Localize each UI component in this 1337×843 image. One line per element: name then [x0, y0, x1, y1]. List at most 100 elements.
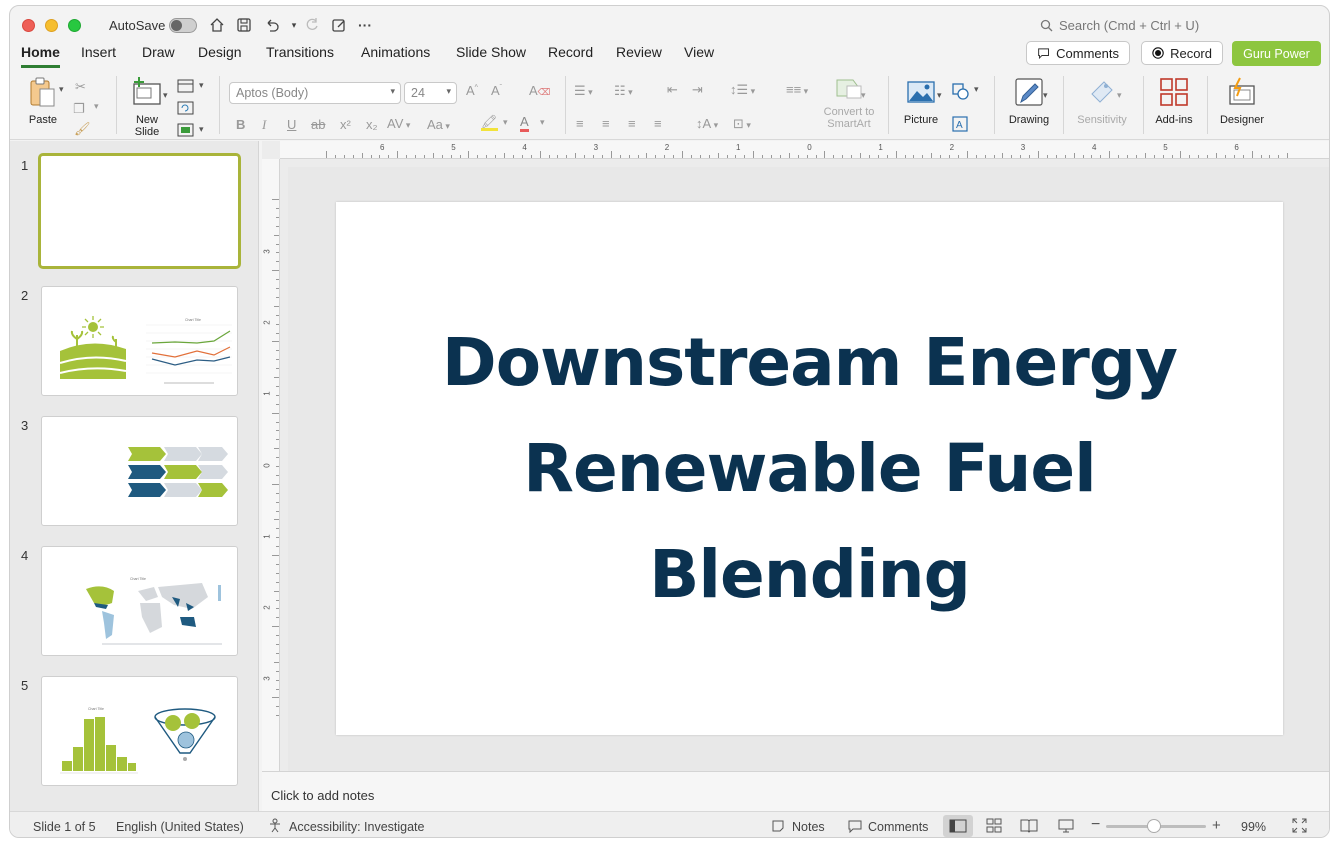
drawing-dropdown-icon[interactable]: ▾ — [1043, 90, 1048, 101]
zoom-window-button[interactable] — [68, 19, 81, 32]
tab-transitions[interactable]: Transitions — [266, 44, 334, 65]
layout-icon[interactable] — [177, 79, 195, 93]
save-icon[interactable] — [233, 14, 255, 36]
format-painter-icon[interactable]: 🖌 — [74, 121, 91, 137]
shapes-dropdown-icon[interactable]: ▾ — [974, 84, 979, 95]
zoom-in-icon[interactable]: + — [1212, 817, 1221, 834]
tab-insert[interactable]: Insert — [81, 44, 116, 65]
strikethrough-icon[interactable]: ab — [311, 117, 325, 132]
cut-icon[interactable]: ✂ — [75, 79, 86, 95]
sensitivity-button[interactable]: Sensitivity — [1072, 76, 1132, 126]
line-spacing-icon[interactable]: ↕☰ ▾ — [730, 82, 755, 98]
slide-1[interactable]: Downstream Energy Renewable Fuel Blendin… — [336, 202, 1283, 735]
subscript-icon[interactable]: x₂ — [366, 117, 378, 132]
slide-thumbnail-1[interactable] — [38, 153, 241, 269]
close-window-button[interactable] — [22, 19, 35, 32]
font-size-field[interactable]: 24 ▾ — [404, 82, 457, 104]
slide-title[interactable]: Downstream Energy Renewable Fuel Blendin… — [442, 310, 1178, 628]
convert-to-smartart-button[interactable]: Convert to SmartArt — [821, 76, 877, 130]
fit-to-window-icon[interactable] — [1292, 818, 1307, 836]
customize-toolbar-icon[interactable] — [328, 14, 350, 36]
tab-animations[interactable]: Animations — [361, 44, 430, 65]
presenter-view-icon[interactable] — [1058, 818, 1074, 836]
zoom-level[interactable]: 99% — [1241, 820, 1266, 834]
paste-button[interactable]: Paste — [24, 76, 62, 126]
undo-icon[interactable] — [261, 14, 283, 36]
copy-dropdown-icon[interactable]: ▾ — [94, 101, 99, 112]
designer-button[interactable]: Designer — [1216, 76, 1268, 126]
guru-power-button[interactable]: Guru Power — [1232, 41, 1321, 66]
highlight-icon[interactable]: 🖍 — [481, 115, 498, 131]
reset-slide-icon[interactable] — [177, 101, 195, 115]
slide-thumbnail-2[interactable]: Chart Title — [41, 286, 238, 396]
search-box[interactable]: Search (Cmd + Ctrl + U) — [1040, 18, 1199, 33]
tab-slide-show[interactable]: Slide Show — [456, 44, 526, 65]
align-left-icon[interactable]: ≡ — [576, 116, 584, 131]
slide-thumbnail-5[interactable]: Chart Title — [41, 676, 238, 786]
record-button[interactable]: Record — [1141, 41, 1223, 65]
columns-icon[interactable]: ≡≡ ▾ — [786, 82, 808, 97]
picture-button[interactable]: Picture — [897, 76, 945, 126]
tab-record[interactable]: Record — [548, 44, 593, 65]
more-options-icon[interactable]: ··· — [354, 14, 376, 36]
add-ins-button[interactable]: Add-ins — [1152, 76, 1196, 126]
picture-dropdown-icon[interactable]: ▾ — [937, 90, 942, 101]
superscript-icon[interactable]: x² — [340, 117, 351, 132]
tab-view[interactable]: View — [684, 44, 714, 65]
minimize-window-button[interactable] — [45, 19, 58, 32]
slide-thumbnail-3[interactable] — [41, 416, 238, 526]
increase-indent-icon[interactable]: ⇥ — [692, 82, 703, 98]
font-name-field[interactable]: Aptos (Body) ▾ — [229, 82, 401, 104]
align-right-icon[interactable]: ≡ — [628, 116, 636, 131]
clear-formatting-icon[interactable]: A⌫ — [529, 83, 550, 98]
numbering-icon[interactable]: ☷ ▾ — [614, 83, 633, 99]
vertical-ruler[interactable]: 3 2 1 0 1 2 3 — [262, 159, 280, 771]
new-slide-button[interactable]: New Slide — [126, 76, 168, 138]
align-center-icon[interactable]: ≡ — [602, 116, 610, 131]
accessibility-status[interactable]: Accessibility: Investigate — [289, 820, 424, 834]
reading-view-icon[interactable] — [1020, 818, 1038, 836]
font-color-dropdown-icon[interactable]: ▾ — [540, 117, 545, 128]
comments-status-button[interactable]: Comments — [868, 820, 928, 834]
change-case-icon[interactable]: Aa ▾ — [427, 117, 450, 132]
font-color-icon[interactable]: A — [520, 115, 529, 132]
tab-home[interactable]: Home — [21, 44, 60, 68]
drawing-button[interactable]: Drawing — [1006, 76, 1052, 126]
shapes-icon[interactable] — [952, 83, 970, 101]
new-slide-dropdown-icon[interactable]: ▾ — [163, 90, 168, 101]
zoom-out-icon[interactable]: − — [1091, 816, 1100, 834]
horizontal-ruler[interactable]: 6 5 4 3 2 1 0 1 2 3 4 5 6 — [280, 141, 1329, 159]
bold-icon[interactable]: B — [236, 117, 245, 132]
tab-draw[interactable]: Draw — [142, 44, 175, 65]
layout-dropdown-icon[interactable]: ▾ — [199, 80, 204, 91]
decrease-indent-icon[interactable]: ⇤ — [667, 82, 678, 98]
slide-sorter-icon[interactable] — [986, 818, 1002, 836]
bullets-icon[interactable]: ☰ ▾ — [574, 83, 593, 99]
copy-icon[interactable]: ❐ — [73, 101, 85, 117]
highlight-dropdown-icon[interactable]: ▾ — [503, 117, 508, 128]
tab-design[interactable]: Design — [198, 44, 242, 65]
notes-pane[interactable]: Click to add notes — [262, 771, 1329, 811]
text-box-icon[interactable]: A — [952, 116, 968, 132]
autosave-toggle[interactable] — [169, 18, 197, 33]
increase-font-size-icon[interactable]: A^ — [466, 83, 478, 98]
italic-icon[interactable]: I — [262, 117, 266, 133]
justify-icon[interactable]: ≡ — [654, 116, 662, 131]
section-icon[interactable] — [177, 123, 195, 137]
normal-view-button[interactable] — [943, 815, 973, 837]
decrease-font-size-icon[interactable]: Aˇ — [491, 83, 502, 98]
slide-thumbnail-4[interactable]: Chart Title — [41, 546, 238, 656]
redo-icon[interactable] — [301, 14, 323, 36]
section-dropdown-icon[interactable]: ▾ — [199, 124, 204, 135]
language-indicator[interactable]: English (United States) — [116, 820, 244, 834]
text-direction-icon[interactable]: ↕A ▾ — [696, 116, 718, 131]
align-text-icon[interactable]: ⊡ ▾ — [733, 116, 751, 132]
comments-button[interactable]: Comments — [1026, 41, 1130, 65]
notes-button[interactable]: Notes — [792, 820, 825, 834]
underline-icon[interactable]: U — [287, 117, 296, 132]
zoom-slider-handle[interactable] — [1147, 819, 1161, 833]
tab-review[interactable]: Review — [616, 44, 662, 65]
sensitivity-dropdown-icon[interactable]: ▾ — [1117, 90, 1122, 101]
smartart-dropdown-icon[interactable]: ▾ — [861, 90, 866, 101]
home-icon[interactable] — [206, 14, 228, 36]
